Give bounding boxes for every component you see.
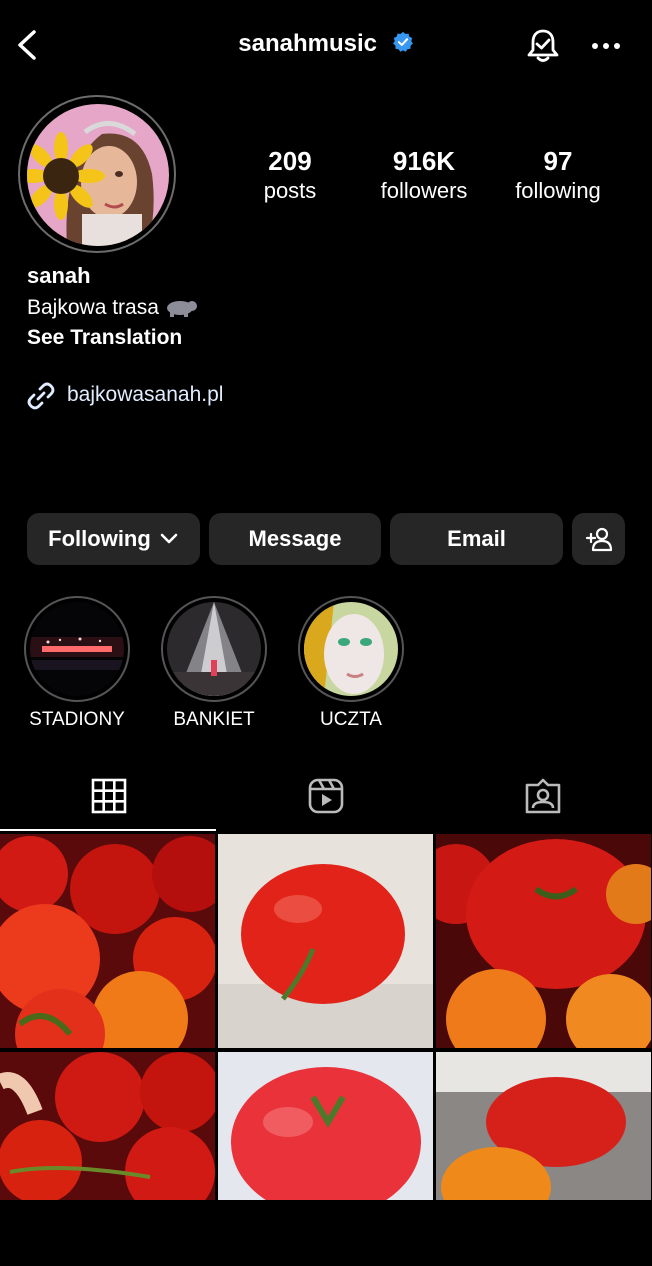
chevron-down-icon xyxy=(160,533,178,544)
post-thumbnail[interactable] xyxy=(218,834,433,1048)
add-person-icon xyxy=(585,527,612,552)
message-button-label: Message xyxy=(248,526,342,551)
post-thumbnail[interactable] xyxy=(0,834,215,1048)
tagged-icon[interactable] xyxy=(524,777,562,815)
followers-count: 916K xyxy=(392,146,456,176)
following-label: following xyxy=(515,178,601,203)
see-translation-link[interactable]: See Translation xyxy=(27,326,182,350)
bio-text: Bajkowa trasa xyxy=(27,296,159,319)
hippo-icon xyxy=(166,301,197,317)
profile-bio: Bajkowa trasa xyxy=(27,296,197,320)
link-icon xyxy=(27,382,55,410)
active-tab-indicator xyxy=(0,829,216,831)
email-button[interactable]: Email xyxy=(390,513,563,565)
highlight-stadiony-image[interactable] xyxy=(30,602,124,696)
posts-label: posts xyxy=(263,178,317,203)
highlight-label-uczta: UCZTA xyxy=(320,709,382,730)
reels-icon[interactable] xyxy=(307,777,345,815)
post-thumbnail[interactable] xyxy=(436,834,651,1048)
profile-name: sanah xyxy=(27,263,91,288)
post-thumbnail[interactable] xyxy=(218,1052,433,1266)
following-count: 97 xyxy=(543,146,573,176)
highlight-bankiet-image[interactable] xyxy=(167,602,261,696)
profile-avatar[interactable] xyxy=(27,104,169,246)
notification-bell-icon[interactable] xyxy=(523,26,563,66)
post-thumbnail[interactable] xyxy=(436,1052,651,1266)
posts-stat[interactable]: 209 posts xyxy=(225,146,355,206)
message-button[interactable]: Message xyxy=(209,513,381,565)
email-button-label: Email xyxy=(447,526,506,551)
more-options-icon[interactable] xyxy=(590,34,622,58)
highlight-label-bankiet: BANKIET xyxy=(173,709,255,730)
highlight-uczta-image[interactable] xyxy=(304,602,398,696)
verified-badge-icon xyxy=(392,31,413,52)
grid-icon[interactable] xyxy=(90,777,128,815)
following-button-label: Following xyxy=(48,526,151,551)
suggest-people-button[interactable] xyxy=(572,513,625,565)
posts-count: 209 xyxy=(268,146,312,176)
website-link[interactable]: bajkowasanah.pl xyxy=(67,383,223,407)
highlight-label-stadiony: STADIONY xyxy=(29,709,125,730)
following-button[interactable]: Following xyxy=(27,513,200,565)
followers-stat[interactable]: 916K followers xyxy=(359,146,489,206)
username-text: sanahmusic xyxy=(238,30,378,57)
followers-label: followers xyxy=(380,178,468,203)
following-stat[interactable]: 97 following xyxy=(493,146,623,206)
post-thumbnail[interactable] xyxy=(0,1052,215,1266)
